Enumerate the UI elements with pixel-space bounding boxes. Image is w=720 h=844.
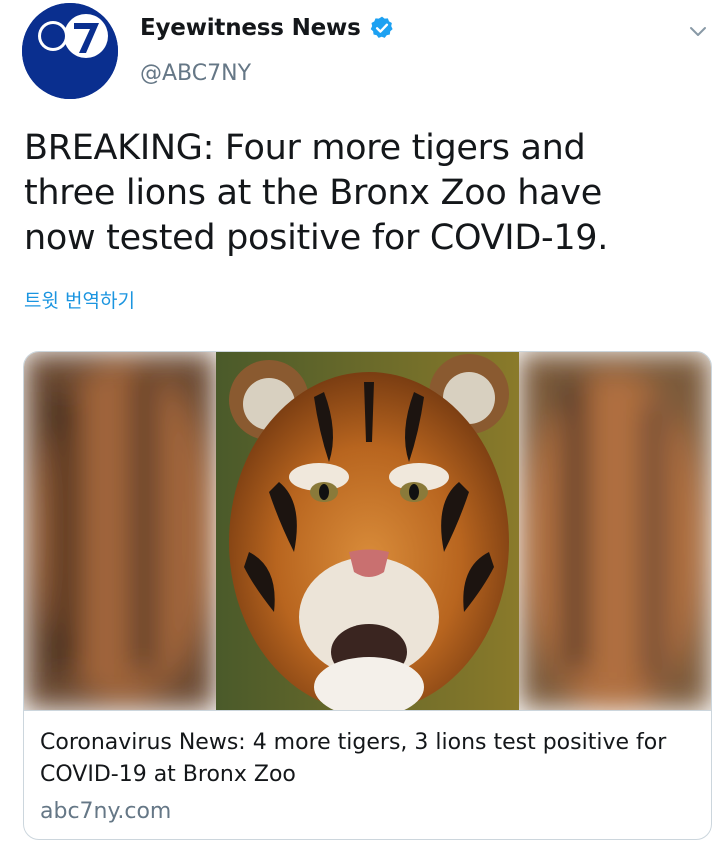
translate-tweet-link[interactable]: 트윗 번역하기 <box>24 286 135 313</box>
card-body[interactable]: Coronavirus News: 4 more tigers, 3 lions… <box>24 710 711 839</box>
card-domain: abc7ny.com <box>40 799 172 824</box>
display-name[interactable]: Eyewitness News <box>140 15 361 41</box>
tweet-text: BREAKING: Four more tigers and three lio… <box>24 128 609 258</box>
link-card[interactable]: Coronavirus News: 4 more tigers, 3 lions… <box>23 351 712 840</box>
author-name-row[interactable]: Eyewitness News <box>140 15 395 41</box>
card-title[interactable]: Coronavirus News: 4 more tigers, 3 lions… <box>40 727 690 791</box>
tiger-photo <box>24 352 711 710</box>
abc7ny-logo <box>22 3 118 99</box>
handle[interactable]: @ABC7NY <box>140 61 251 86</box>
chevron-down-icon[interactable] <box>686 20 710 44</box>
verified-badge-icon <box>370 16 393 38</box>
avatar[interactable] <box>22 3 118 99</box>
